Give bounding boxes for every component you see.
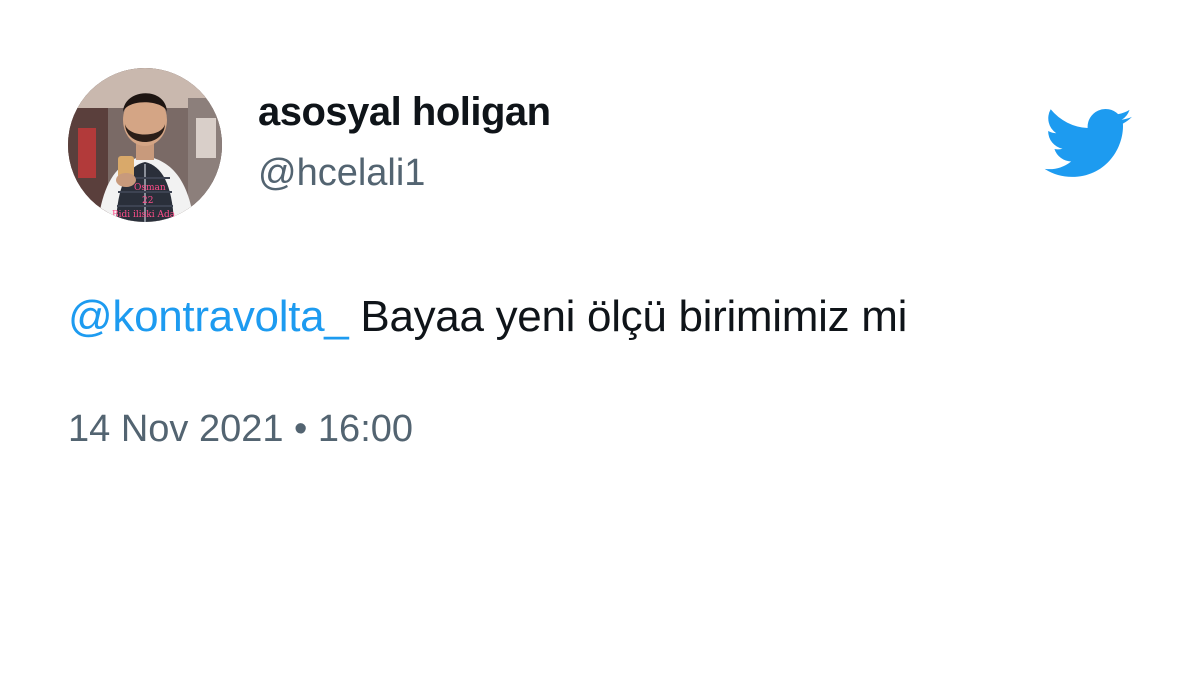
avatar-photo: Osman 22 Bidi iliski Ada — [68, 68, 222, 222]
user-handle[interactable]: @hcelali1 — [258, 152, 425, 195]
mention-link[interactable]: @kontravolta_ — [68, 292, 349, 341]
twitter-bird-icon — [1044, 108, 1132, 177]
avatar-caption-number: 22 — [142, 196, 153, 206]
display-name[interactable]: asosyal holigan — [258, 90, 551, 135]
avatar-caption-line: Bidi iliski Ada — [112, 210, 176, 220]
tweet-text: Bayaa yeni ölçü birimimiz mi — [348, 292, 908, 341]
tweet-card: Osman 22 Bidi iliski Ada asosyal holigan… — [0, 0, 1200, 675]
tweet-timestamp[interactable]: 14 Nov 2021 • 16:00 — [68, 408, 413, 451]
tweet-time: 16:00 — [317, 408, 414, 450]
tweet-date: 14 Nov 2021 — [68, 408, 284, 450]
avatar-caption-name: Osman — [134, 183, 166, 193]
avatar[interactable]: Osman 22 Bidi iliski Ada — [68, 68, 222, 222]
tweet-body: @kontravolta_ Bayaa yeni ölçü birimimiz … — [68, 292, 907, 342]
timestamp-separator: • — [283, 408, 318, 450]
